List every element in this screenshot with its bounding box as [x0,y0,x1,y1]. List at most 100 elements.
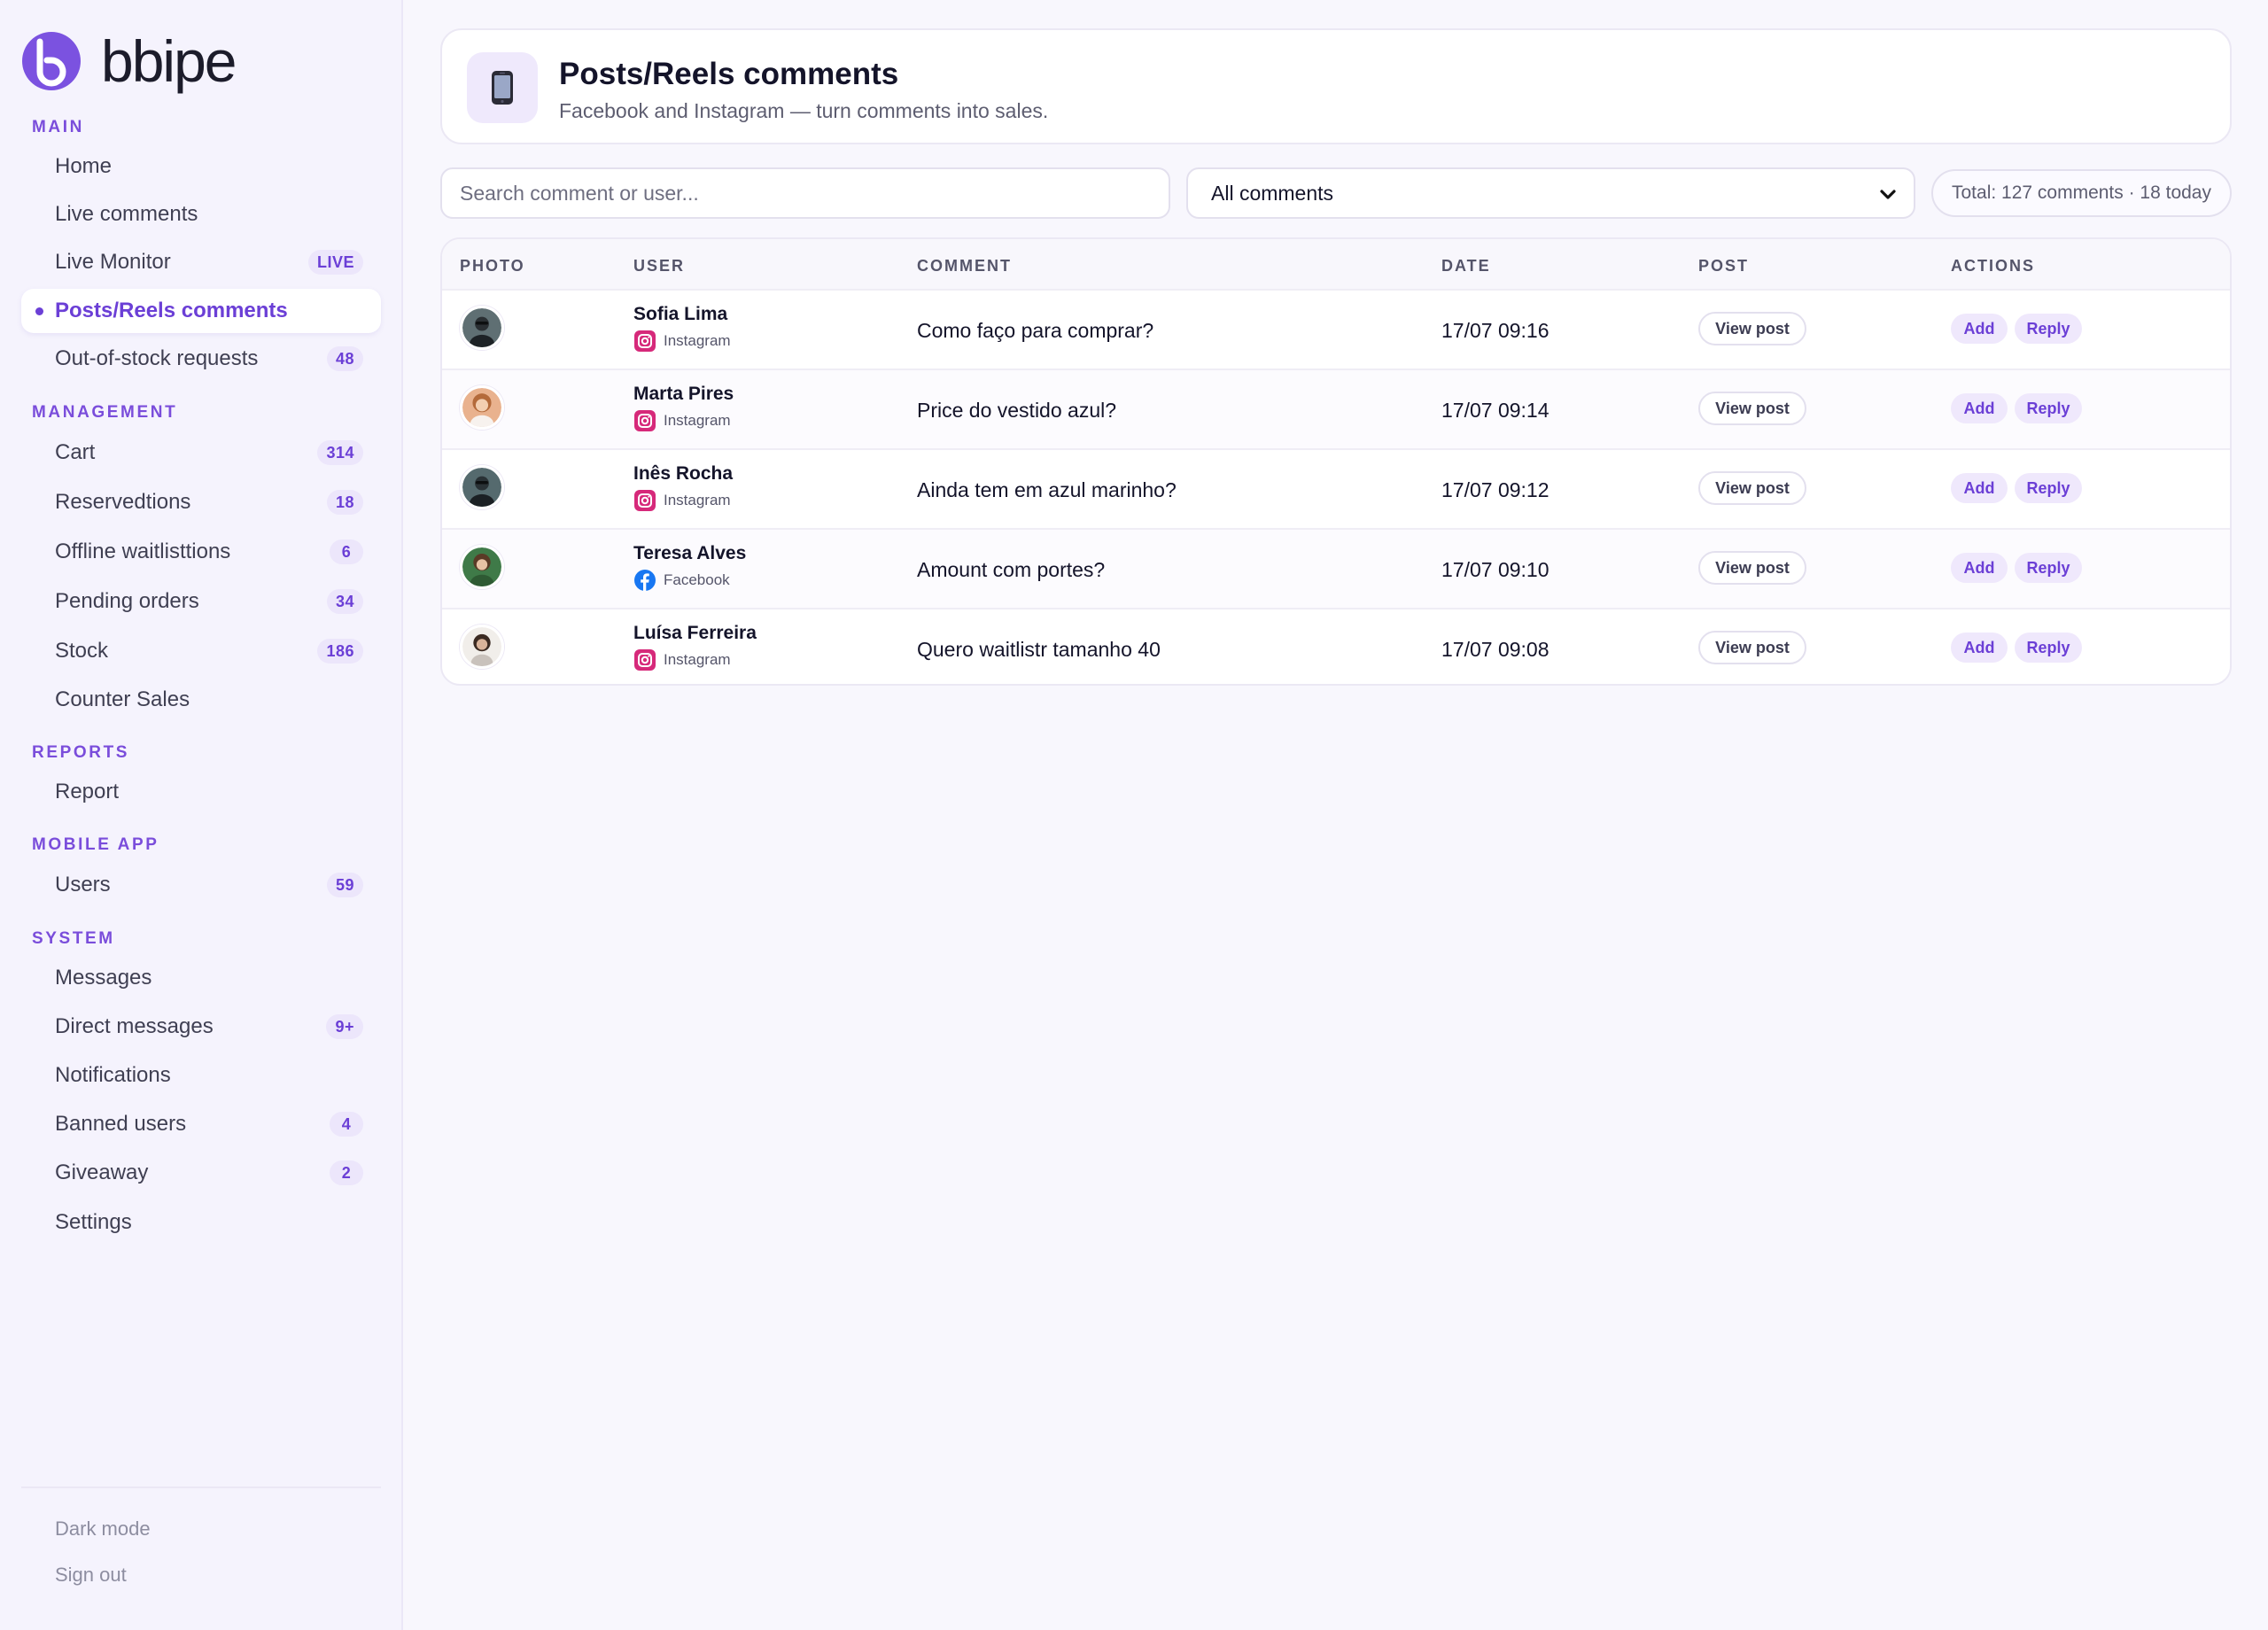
nav-item-offline-waitlist[interactable]: Offline waitlisttions 6 [21,530,381,574]
nav-item-stock[interactable]: Stock 186 [21,629,381,673]
user-avatar[interactable] [460,545,504,589]
nav-item-out-of-stock-requests[interactable]: Out-of-stock requests 48 [21,337,381,381]
platform-name: Instagram [664,492,731,508]
comments-filter-select[interactable]: All comments [1186,167,1915,219]
count-badge: 6 [330,539,363,564]
search-input[interactable] [440,167,1170,219]
user-name: Marta Pires [633,384,734,404]
comments-table: PHOTO USER COMMENT DATE POST ACTIONS Sof… [440,237,2232,686]
user-avatar[interactable] [460,306,504,350]
comment-date: 17/07 09:16 [1441,319,1550,342]
platform-label: Instagram [633,409,731,432]
nav-item-banned-users[interactable]: Banned users 4 [21,1102,381,1146]
nav-item-label: Settings [55,1210,132,1234]
nav-item-posts-reels-comments[interactable]: Posts/Reels comments [21,289,381,333]
view-post-button[interactable]: View post [1698,471,1806,505]
comment-date: 17/07 09:10 [1441,558,1550,581]
nav-item-label: Posts/Reels comments [55,299,288,322]
reply-button[interactable]: Reply [2015,473,2082,503]
count-badge: 4 [330,1112,363,1137]
view-post-button[interactable]: View post [1698,312,1806,345]
nav-item-direct-messages[interactable]: Direct messages 9+ [21,1005,381,1049]
active-dot-icon [35,307,43,315]
reply-button[interactable]: Reply [2015,553,2082,583]
nav-item-settings[interactable]: Settings [21,1200,381,1245]
user-avatar[interactable] [460,625,504,669]
total-comments-badge: Total: 127 comments · 18 today [1931,169,2232,217]
page-subtitle: Facebook and Instagram — turn comments i… [559,99,1049,122]
user-name: Inês Rocha [633,463,734,484]
nav-item-label: Offline waitlisttions [55,539,231,563]
nav-item-label: Cart [55,440,96,464]
view-post-button[interactable]: View post [1698,392,1806,425]
page-header: Posts/Reels comments Facebook and Instag… [440,28,2232,144]
table-row: Marta Pires Instagram Price do vestido a… [442,369,2230,448]
nav-item-live-monitor[interactable]: Live Monitor LIVE [21,240,381,284]
instagram-icon [634,410,656,431]
count-badge: 59 [326,873,363,897]
comment-date: 17/07 09:12 [1441,478,1550,501]
nav-item-cart[interactable]: Cart 314 [21,431,381,475]
reply-button[interactable]: Reply [2015,393,2082,423]
table-header: PHOTO USER COMMENT DATE POST ACTIONS [442,239,2230,289]
count-badge: 48 [326,346,363,371]
user-avatar[interactable] [460,385,504,430]
user-name: Luísa Ferreira [633,623,757,643]
platform-label: Instagram [633,648,731,671]
nav-section-main: MAIN [32,118,84,136]
sign-out-link[interactable]: Sign out [55,1564,127,1587]
reply-button[interactable]: Reply [2015,314,2082,344]
nav-item-users[interactable]: Users 59 [21,863,381,907]
platform-label: Instagram [633,489,731,512]
logo[interactable]: bbipe [21,30,237,92]
nav-item-pending-orders[interactable]: Pending orders 34 [21,579,381,624]
nav-item-reservations[interactable]: Reservedtions 18 [21,480,381,524]
add-button[interactable]: Add [1951,393,2008,423]
column-header-date: DATE [1441,257,1491,275]
nav-item-label: Pending orders [55,589,199,613]
nav-item-report[interactable]: Report [21,770,381,814]
nav-item-label: Messages [55,966,152,990]
comment-text: Amount com portes? [917,558,1106,581]
nav-item-messages[interactable]: Messages [21,956,381,1000]
platform-name: Facebook [664,571,730,588]
comment-text: Price do vestido azul? [917,399,1117,422]
nav-item-notifications[interactable]: Notifications [21,1053,381,1098]
platform-name: Instagram [664,651,731,668]
user-avatar[interactable] [460,465,504,509]
count-badge: 9+ [326,1014,363,1039]
table-row: Teresa Alves Facebook Amount com portes?… [442,528,2230,608]
count-badge: 34 [326,589,363,614]
nav-item-label: Out-of-stock requests [55,346,259,370]
comment-date: 17/07 09:14 [1441,399,1550,422]
column-header-actions: ACTIONS [1951,257,2035,275]
dark-mode-toggle[interactable]: Dark mode [55,1517,151,1541]
reply-button[interactable]: Reply [2015,633,2082,663]
nav-item-live-comments[interactable]: Live comments [21,192,381,237]
page-title: Posts/Reels comments [559,57,899,91]
user-name: Teresa Alves [633,543,747,563]
nav-item-giveaway[interactable]: Giveaway 2 [21,1151,381,1195]
nav-item-home[interactable]: Home [21,144,381,189]
nav-item-label: Notifications [55,1063,171,1087]
nav-item-label: Counter Sales [55,687,190,711]
platform-name: Instagram [664,412,731,429]
table-row: Inês Rocha Instagram Ainda tem em azul m… [442,448,2230,528]
sidebar: bbipe MAIN Home Live comments Live Monit… [0,0,403,1630]
add-button[interactable]: Add [1951,314,2008,344]
table-row: Luísa Ferreira Instagram Quero waitlistr… [442,608,2230,684]
logo-mark-icon [22,32,81,90]
table-row: Sofia Lima Instagram Como faço para comp… [442,289,2230,369]
column-header-comment: COMMENT [917,257,1012,275]
add-button[interactable]: Add [1951,473,2008,503]
mobile-phone-icon [467,52,538,123]
comment-date: 17/07 09:08 [1441,638,1550,661]
nav-item-label: Users [55,873,111,896]
add-button[interactable]: Add [1951,633,2008,663]
nav-item-counter-sales[interactable]: Counter Sales [21,678,381,722]
add-button[interactable]: Add [1951,553,2008,583]
view-post-button[interactable]: View post [1698,551,1806,585]
nav-item-label: Home [55,154,113,178]
comment-text: Quero waitlistr tamanho 40 [917,638,1161,661]
view-post-button[interactable]: View post [1698,631,1806,664]
